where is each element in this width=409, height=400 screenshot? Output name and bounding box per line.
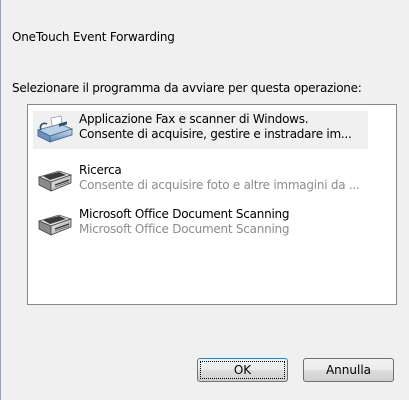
dialog-title: OneTouch Event Forwarding bbox=[12, 30, 175, 44]
program-item-ricerca[interactable]: Ricerca Consente di acquisire foto e alt… bbox=[33, 162, 368, 200]
program-item-fax-scanner[interactable]: Applicazione Fax e scanner di Windows. C… bbox=[33, 111, 368, 149]
ok-button[interactable]: OK bbox=[197, 358, 288, 382]
program-description: Consente di acquisire foto e altre immag… bbox=[79, 178, 360, 192]
window-border bbox=[0, 0, 1, 400]
scanner-icon bbox=[35, 164, 75, 196]
cancel-button[interactable]: Annulla bbox=[303, 358, 394, 382]
scanner-icon bbox=[35, 208, 75, 240]
onetouch-dialog: OneTouch Event Forwarding Selezionare il… bbox=[0, 0, 409, 400]
program-item-office-scanning[interactable]: Microsoft Office Document Scanning Micro… bbox=[33, 206, 368, 244]
program-list[interactable]: Applicazione Fax e scanner di Windows. C… bbox=[27, 104, 397, 305]
program-description: Microsoft Office Document Scanning bbox=[79, 222, 290, 236]
ok-button-label: OK bbox=[233, 363, 252, 377]
cancel-button-label: Annulla bbox=[325, 363, 372, 377]
fax-scanner-icon bbox=[35, 113, 75, 145]
program-name: Applicazione Fax e scanner di Windows. bbox=[79, 112, 309, 126]
instruction-label: Selezionare il programma da avviare per … bbox=[12, 81, 362, 95]
program-name: Microsoft Office Document Scanning bbox=[79, 207, 290, 221]
program-description: Consente di acquisire, gestire e instrad… bbox=[79, 127, 352, 141]
program-name: Ricerca bbox=[79, 163, 122, 177]
